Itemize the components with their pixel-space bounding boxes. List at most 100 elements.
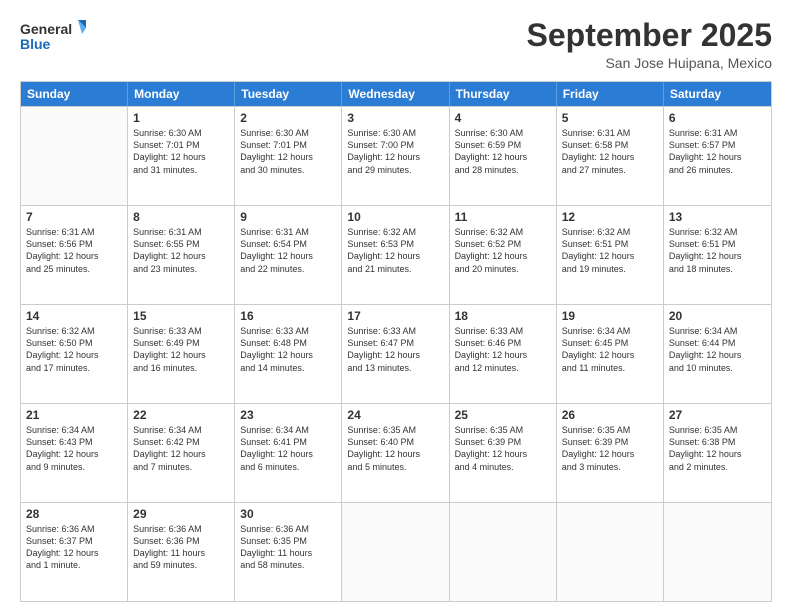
calendar: SundayMondayTuesdayWednesdayThursdayFrid… [20,81,772,602]
day-info: Sunrise: 6:31 AMSunset: 6:54 PMDaylight:… [240,226,336,275]
empty-cell [342,503,449,601]
day-number: 5 [562,111,658,125]
day-number: 20 [669,309,766,323]
day-header-saturday: Saturday [664,82,771,106]
day-info: Sunrise: 6:32 AMSunset: 6:51 PMDaylight:… [562,226,658,275]
calendar-header: SundayMondayTuesdayWednesdayThursdayFrid… [21,82,771,106]
day-header-sunday: Sunday [21,82,128,106]
day-info: Sunrise: 6:35 AMSunset: 6:39 PMDaylight:… [562,424,658,473]
day-cell-1: 1 Sunrise: 6:30 AMSunset: 7:01 PMDaylight… [128,107,235,205]
day-info: Sunrise: 6:34 AMSunset: 6:44 PMDaylight:… [669,325,766,374]
day-number: 6 [669,111,766,125]
day-cell-19: 19 Sunrise: 6:34 AMSunset: 6:45 PMDayligh… [557,305,664,403]
day-info: Sunrise: 6:35 AMSunset: 6:39 PMDaylight:… [455,424,551,473]
day-number: 15 [133,309,229,323]
day-info: Sunrise: 6:30 AMSunset: 7:00 PMDaylight:… [347,127,443,176]
empty-cell [21,107,128,205]
day-info: Sunrise: 6:33 AMSunset: 6:46 PMDaylight:… [455,325,551,374]
day-cell-2: 2Sunrise: 6:30 AMSunset: 7:01 PMDaylight… [235,107,342,205]
day-info: Sunrise: 6:31 AMSunset: 6:57 PMDaylight:… [669,127,766,176]
day-cell-25: 25Sunrise: 6:35 AMSunset: 6:39 PMDayligh… [450,404,557,502]
day-number: 13 [669,210,766,224]
day-cell-10: 10 Sunrise: 6:32 AMSunset: 6:53 PMDayligh… [342,206,449,304]
day-number: 1 [133,111,229,125]
day-cell-5: 5 Sunrise: 6:31 AMSunset: 6:58 PMDaylight… [557,107,664,205]
day-info: Sunrise: 6:30 AMSunset: 7:01 PMDaylight:… [133,127,229,176]
day-header-wednesday: Wednesday [342,82,449,106]
day-info: Sunrise: 6:31 AMSunset: 6:56 PMDaylight:… [26,226,122,275]
day-number: 21 [26,408,122,422]
page-header: General Blue September 2025 San Jose Hui… [20,18,772,71]
day-info: Sunrise: 6:34 AMSunset: 6:42 PMDaylight:… [133,424,229,473]
day-number: 11 [455,210,551,224]
month-title: September 2025 [527,18,772,53]
day-info: Sunrise: 6:32 AMSunset: 6:53 PMDaylight:… [347,226,443,275]
empty-cell [450,503,557,601]
day-cell-22: 22 Sunrise: 6:34 AMSunset: 6:42 PMDayligh… [128,404,235,502]
day-number: 26 [562,408,658,422]
day-info: Sunrise: 6:34 AMSunset: 6:45 PMDaylight:… [562,325,658,374]
day-cell-13: 13 Sunrise: 6:32 AMSunset: 6:51 PMDayligh… [664,206,771,304]
day-number: 14 [26,309,122,323]
day-cell-17: 17 Sunrise: 6:33 AMSunset: 6:47 PMDayligh… [342,305,449,403]
day-info: Sunrise: 6:31 AMSunset: 6:58 PMDaylight:… [562,127,658,176]
day-header-tuesday: Tuesday [235,82,342,106]
day-number: 22 [133,408,229,422]
day-cell-20: 20 Sunrise: 6:34 AMSunset: 6:44 PMDayligh… [664,305,771,403]
svg-text:General: General [20,21,72,37]
day-info: Sunrise: 6:35 AMSunset: 6:40 PMDaylight:… [347,424,443,473]
title-block: September 2025 San Jose Huipana, Mexico [527,18,772,71]
day-cell-12: 12 Sunrise: 6:32 AMSunset: 6:51 PMDayligh… [557,206,664,304]
day-header-monday: Monday [128,82,235,106]
day-info: Sunrise: 6:30 AMSunset: 7:01 PMDaylight:… [240,127,336,176]
day-cell-3: 3Sunrise: 6:30 AMSunset: 7:00 PMDaylight… [342,107,449,205]
day-number: 30 [240,507,336,521]
day-number: 7 [26,210,122,224]
day-info: Sunrise: 6:36 AMSunset: 6:35 PMDaylight:… [240,523,336,572]
day-cell-6: 6 Sunrise: 6:31 AMSunset: 6:57 PMDaylight… [664,107,771,205]
day-info: Sunrise: 6:32 AMSunset: 6:52 PMDaylight:… [455,226,551,275]
day-number: 12 [562,210,658,224]
week-row-1: 1 Sunrise: 6:30 AMSunset: 7:01 PMDaylight… [21,106,771,205]
day-info: Sunrise: 6:36 AMSunset: 6:36 PMDaylight:… [133,523,229,572]
day-info: Sunrise: 6:32 AMSunset: 6:51 PMDaylight:… [669,226,766,275]
day-cell-21: 21Sunrise: 6:34 AMSunset: 6:43 PMDayligh… [21,404,128,502]
day-number: 24 [347,408,443,422]
day-number: 10 [347,210,443,224]
day-cell-15: 15 Sunrise: 6:33 AMSunset: 6:49 PMDayligh… [128,305,235,403]
day-info: Sunrise: 6:30 AMSunset: 6:59 PMDaylight:… [455,127,551,176]
day-cell-9: 9Sunrise: 6:31 AMSunset: 6:54 PMDaylight… [235,206,342,304]
day-info: Sunrise: 6:33 AMSunset: 6:47 PMDaylight:… [347,325,443,374]
day-cell-11: 11 Sunrise: 6:32 AMSunset: 6:52 PMDayligh… [450,206,557,304]
day-cell-28: 28Sunrise: 6:36 AMSunset: 6:37 PMDayligh… [21,503,128,601]
day-cell-8: 8Sunrise: 6:31 AMSunset: 6:55 PMDaylight… [128,206,235,304]
week-row-3: 14 Sunrise: 6:32 AMSunset: 6:50 PMDayligh… [21,304,771,403]
empty-cell [557,503,664,601]
day-header-friday: Friday [557,82,664,106]
day-number: 17 [347,309,443,323]
location: San Jose Huipana, Mexico [527,55,772,71]
day-number: 29 [133,507,229,521]
day-cell-14: 14 Sunrise: 6:32 AMSunset: 6:50 PMDayligh… [21,305,128,403]
day-info: Sunrise: 6:32 AMSunset: 6:50 PMDaylight:… [26,325,122,374]
day-number: 16 [240,309,336,323]
svg-text:Blue: Blue [20,36,51,52]
day-cell-30: 30 Sunrise: 6:36 AMSunset: 6:35 PMDayligh… [235,503,342,601]
week-row-2: 7 Sunrise: 6:31 AMSunset: 6:56 PMDaylight… [21,205,771,304]
week-row-4: 21Sunrise: 6:34 AMSunset: 6:43 PMDayligh… [21,403,771,502]
day-cell-4: 4 Sunrise: 6:30 AMSunset: 6:59 PMDaylight… [450,107,557,205]
day-info: Sunrise: 6:31 AMSunset: 6:55 PMDaylight:… [133,226,229,275]
day-cell-29: 29 Sunrise: 6:36 AMSunset: 6:36 PMDayligh… [128,503,235,601]
day-info: Sunrise: 6:34 AMSunset: 6:41 PMDaylight:… [240,424,336,473]
day-cell-16: 16 Sunrise: 6:33 AMSunset: 6:48 PMDayligh… [235,305,342,403]
day-cell-27: 27 Sunrise: 6:35 AMSunset: 6:38 PMDayligh… [664,404,771,502]
day-info: Sunrise: 6:33 AMSunset: 6:48 PMDaylight:… [240,325,336,374]
day-info: Sunrise: 6:35 AMSunset: 6:38 PMDaylight:… [669,424,766,473]
empty-cell [664,503,771,601]
day-cell-18: 18Sunrise: 6:33 AMSunset: 6:46 PMDayligh… [450,305,557,403]
day-info: Sunrise: 6:33 AMSunset: 6:49 PMDaylight:… [133,325,229,374]
day-number: 4 [455,111,551,125]
day-cell-23: 23Sunrise: 6:34 AMSunset: 6:41 PMDayligh… [235,404,342,502]
day-number: 19 [562,309,658,323]
day-number: 27 [669,408,766,422]
